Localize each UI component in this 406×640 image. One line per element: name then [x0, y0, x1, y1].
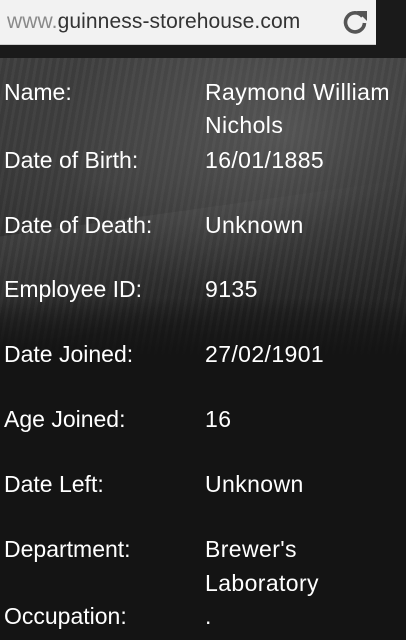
date-of-death-label: Date of Death:: [4, 212, 153, 238]
date-joined-label: Date Joined:: [4, 341, 134, 367]
department-value: Brewer's Laboratory: [205, 532, 405, 600]
address-bar[interactable]: www.guinness-storehouse.com: [0, 0, 376, 45]
browser-toolbar: www.guinness-storehouse.com: [0, 0, 406, 58]
url-text[interactable]: www.guinness-storehouse.com: [0, 10, 329, 34]
url-host: guinness-storehouse.com: [57, 10, 301, 33]
occupation-label: Occupation:: [4, 603, 127, 629]
age-joined-label: Age Joined:: [4, 406, 126, 432]
reload-icon[interactable]: [340, 7, 370, 37]
date-of-birth-label: Date of Birth:: [4, 147, 139, 173]
name-value: Raymond William Nichols: [205, 75, 405, 143]
date-of-death-value: Unknown: [205, 212, 304, 238]
name-line-2: Nichols: [205, 112, 284, 138]
age-joined-value: 16: [205, 406, 232, 432]
department-line-2: Laboratory: [205, 570, 319, 596]
department-label: Department:: [4, 536, 131, 562]
employee-id-label: Employee ID:: [4, 276, 143, 302]
url-prefix: www.: [7, 10, 58, 33]
occupation-value: .: [205, 603, 212, 629]
background-photo-roof: [0, 179, 406, 347]
date-left-label: Date Left:: [4, 471, 104, 497]
date-joined-value: 27/02/1901: [205, 341, 325, 367]
date-left-value: Unknown: [205, 471, 304, 497]
page: www.guinness-storehouse.com Name: Raymon…: [0, 0, 406, 640]
date-of-birth-value: 16/01/1885: [205, 147, 325, 173]
name-label: Name:: [4, 79, 72, 105]
employee-id-value: 9135: [205, 276, 258, 302]
name-line-1: Raymond William: [205, 79, 390, 105]
department-line-1: Brewer's: [205, 536, 297, 562]
